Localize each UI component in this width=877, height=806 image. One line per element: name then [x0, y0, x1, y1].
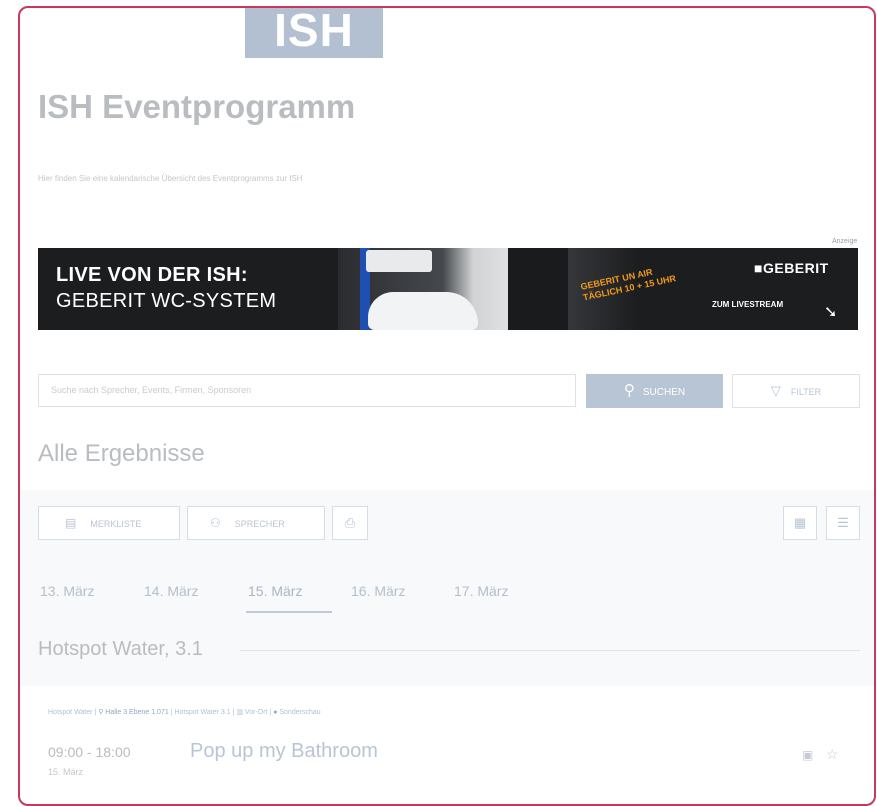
ad-person: [508, 248, 568, 330]
ad-headline-1: LIVE VON DER ISH:: [56, 264, 248, 286]
sprecher-button[interactable]: ⚇ SPRECHER: [187, 506, 325, 540]
grid-view-button[interactable]: ▦: [783, 506, 817, 540]
event-breadcrumb: Hotspot Water | ⚲ Halle 3 Ebene 1.071 | …: [48, 708, 321, 716]
ad-cta[interactable]: ZUM LIVESTREAM: [712, 300, 783, 309]
section-divider: [240, 650, 860, 651]
filter-button-label: FILTER: [790, 387, 822, 397]
crumb-area: Hotspot Water 3.1: [174, 709, 231, 716]
merkliste-button[interactable]: ▤ MERKLISTE: [38, 506, 180, 540]
search-button-label: SUCHEN: [642, 387, 686, 398]
crumb-mode: Vor-Ort: [244, 709, 268, 716]
event-title[interactable]: Pop up my Bathroom: [190, 740, 378, 763]
location-pin-icon: ⚲: [98, 709, 104, 716]
section-heading: Hotspot Water, 3.1: [38, 638, 203, 660]
ad-cistern: [366, 250, 432, 272]
page-frame: ISH ISH Eventprogramm Hier finden Sie ei…: [18, 6, 876, 806]
ish-logo: ISH: [245, 8, 383, 58]
list-icon: ☰: [837, 515, 849, 530]
list-view-button[interactable]: ☰: [826, 506, 860, 540]
event-time: 09:00 - 18:00: [48, 744, 131, 760]
ad-headline-2: GEBERIT WC-SYSTEM: [56, 290, 277, 312]
active-tab-indicator: [246, 611, 332, 613]
print-button[interactable]: ⎙: [332, 506, 368, 540]
merkliste-label: MERKLISTE: [90, 519, 142, 529]
crumb-location[interactable]: Halle 3 Ebene 1.071: [105, 709, 168, 716]
results-heading: Alle Ergebnisse: [38, 440, 205, 467]
speaker-icon: ⚇: [210, 516, 221, 530]
filter-icon: ▽: [770, 383, 781, 398]
ad-banner[interactable]: LIVE VON DER ISH: GEBERIT WC-SYSTEM GEBE…: [38, 248, 858, 330]
sprecher-label: SPRECHER: [234, 519, 285, 529]
brand-square-icon: ■: [754, 260, 763, 276]
page-description: Hier finden Sie eine kalendarische Übers…: [38, 174, 303, 183]
tab-17-maerz[interactable]: 17. März: [454, 583, 508, 599]
cursor-arrow-icon: ➘: [824, 304, 838, 321]
crumb-category: Hotspot Water: [48, 709, 93, 716]
bookmark-list-icon: ▤: [65, 516, 77, 530]
grid-icon: ▦: [793, 515, 807, 530]
search-icon: ⚲: [623, 382, 635, 399]
tab-14-maerz[interactable]: 14. März: [144, 583, 198, 599]
print-icon: ⎙: [344, 515, 356, 530]
event-date: 15. März: [48, 767, 84, 777]
onsite-icon: ▥: [236, 709, 243, 716]
ad-brand: ■GEBERIT: [754, 260, 829, 276]
search-button[interactable]: ⚲ SUCHEN: [586, 374, 723, 408]
ad-label: Anzeige: [832, 238, 858, 245]
tab-15-maerz[interactable]: 15. März: [248, 583, 302, 599]
calendar-add-icon[interactable]: ▣: [802, 748, 813, 762]
ad-brand-name: GEBERIT: [762, 260, 829, 276]
filter-button[interactable]: ▽ FILTER: [732, 374, 860, 408]
tab-13-maerz[interactable]: 13. März: [40, 583, 94, 599]
ad-toilet: [368, 292, 478, 330]
page-title: ISH Eventprogramm: [38, 88, 356, 125]
crumb-type: Sonderschau: [279, 709, 321, 716]
star-icon[interactable]: ☆: [826, 746, 839, 763]
type-dot-icon: ●: [273, 709, 278, 716]
search-input[interactable]: Suche nach Sprecher, Events, Firmen, Spo…: [38, 374, 576, 407]
tab-16-maerz[interactable]: 16. März: [351, 583, 405, 599]
